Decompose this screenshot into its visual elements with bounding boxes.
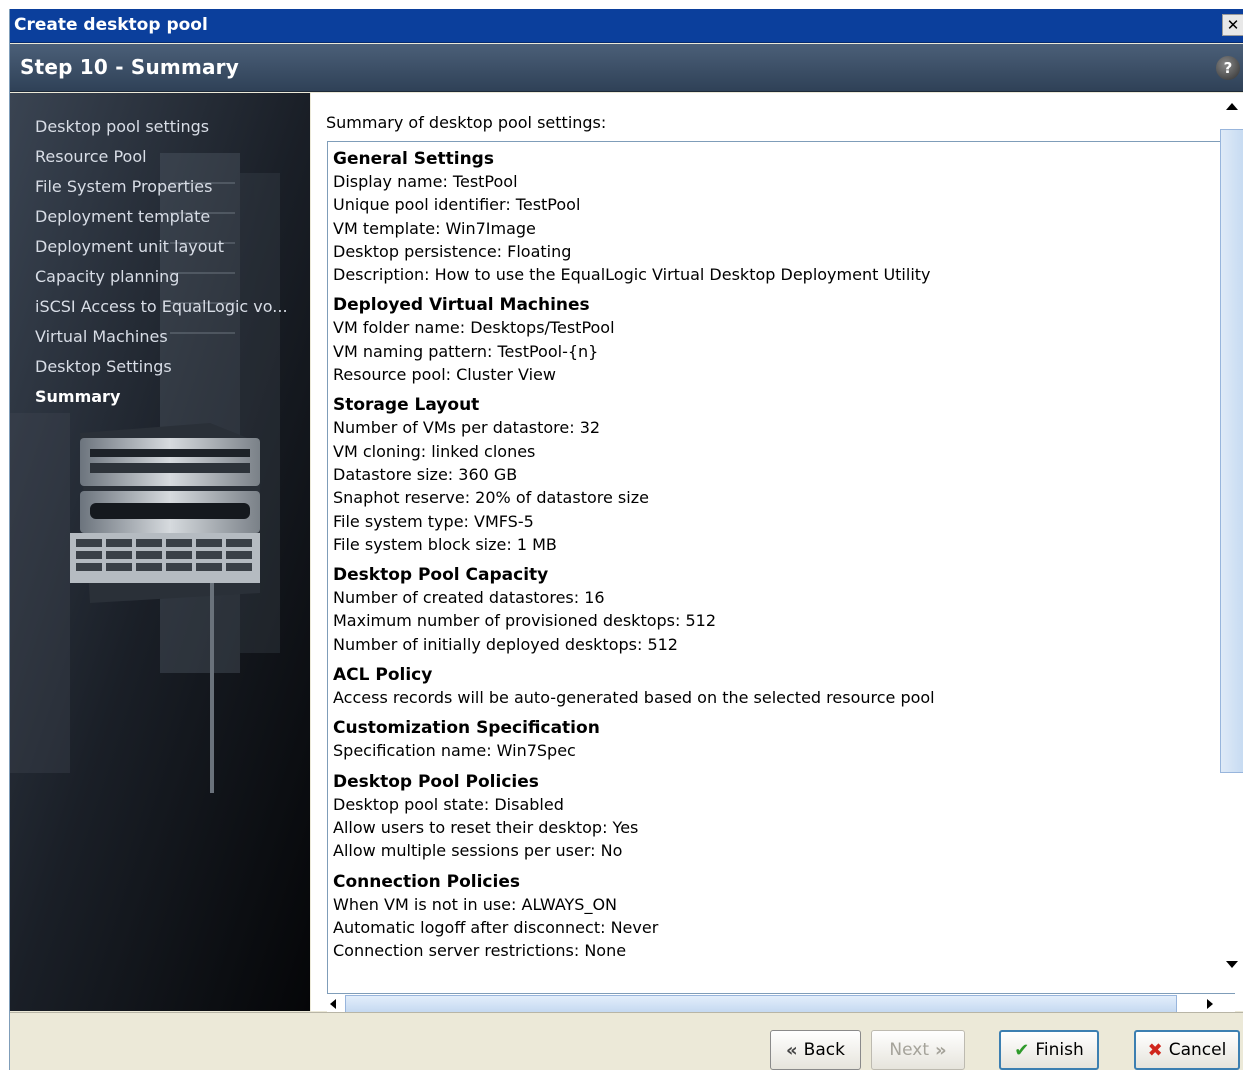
step-item-deployment-template[interactable]: Deployment template	[35, 205, 288, 235]
summary-intro-label: Summary of desktop pool settings:	[326, 113, 607, 132]
finish-button-label: Finish	[1035, 1040, 1084, 1060]
step-item-virtual-machines[interactable]: Virtual Machines	[35, 325, 288, 355]
green-check-icon: ✔	[1014, 1039, 1030, 1061]
summary-line: Desktop pool state: Disabled	[333, 794, 564, 814]
summary-line: Datastore size: 360 GB	[333, 464, 518, 484]
summary-line: Number of created datastores: 16	[333, 588, 605, 608]
horizontal-scroll-thumb[interactable]	[345, 995, 1177, 1013]
step-item-summary[interactable]: Summary	[35, 385, 288, 415]
step-title: Step 10 - Summary	[20, 55, 239, 79]
scroll-right-arrow-icon[interactable]	[1207, 999, 1213, 1009]
summary-section: General Settings Display name: TestPool …	[333, 148, 1220, 286]
scroll-up-arrow-icon[interactable]	[1226, 103, 1238, 110]
step-item-iscsi-access[interactable]: iSCSI Access to EqualLogic vo...	[35, 295, 288, 325]
summary-line: Number of VMs per datastore: 32	[333, 418, 601, 438]
summary-line: Number of initially deployed desktops: 5…	[333, 634, 678, 654]
summary-line: Desktop persistence: Floating	[333, 241, 572, 261]
next-button[interactable]: Next »	[871, 1030, 965, 1070]
summary-line: VM naming pattern: TestPool-{n}	[333, 341, 599, 361]
summary-section: Desktop Pool Capacity Number of created …	[333, 564, 1220, 656]
section-heading: Storage Layout	[333, 395, 480, 416]
summary-line: Access records will be auto-generated ba…	[333, 688, 935, 708]
section-heading: ACL Policy	[333, 665, 433, 686]
vertical-scrollbar[interactable]	[1220, 93, 1243, 1011]
cancel-button[interactable]: ✖ Cancel	[1134, 1030, 1240, 1070]
step-item-resource-pool[interactable]: Resource Pool	[35, 145, 288, 175]
section-heading: Desktop Pool Policies	[333, 771, 539, 792]
step-item-file-system-properties[interactable]: File System Properties	[35, 175, 288, 205]
back-button-label: Back	[803, 1040, 845, 1060]
create-desktop-pool-dialog: Create desktop pool ✕ Step 10 - Summary …	[9, 9, 1243, 1070]
wizard-steps-sidebar: Desktop pool settings Resource Pool File…	[10, 93, 310, 1011]
step-item-desktop-pool-settings[interactable]: Desktop pool settings	[35, 115, 288, 145]
summary-line: Resource pool: Cluster View	[333, 365, 556, 385]
summary-line: Connection server restrictions: None	[333, 941, 627, 961]
wizard-button-bar: « Back Next » ✔ Finish ✖ Cancel	[10, 1012, 1243, 1070]
horizontal-scrollbar[interactable]	[327, 993, 1235, 1013]
summary-section: ACL Policy Access records will be auto-g…	[333, 664, 1220, 709]
section-heading: Deployed Virtual Machines	[333, 295, 590, 316]
cancel-button-label: Cancel	[1168, 1040, 1227, 1060]
summary-line: Snaphot reserve: 20% of datastore size	[333, 488, 649, 508]
summary-line: File system block size: 1 MB	[333, 534, 557, 554]
red-x-icon: ✖	[1147, 1039, 1163, 1061]
summary-section: Desktop Pool Policies Desktop pool state…	[333, 771, 1220, 863]
vertical-scroll-thumb[interactable]	[1220, 129, 1243, 773]
scroll-left-arrow-icon[interactable]	[330, 999, 336, 1009]
window-title-bar: Create desktop pool ✕	[10, 9, 1243, 43]
summary-line: When VM is not in use: ALWAYS_ON	[333, 894, 618, 914]
double-chevron-left-icon: «	[786, 1039, 798, 1061]
summary-line: Unique pool identifier: TestPool	[333, 195, 581, 215]
next-button-label: Next	[889, 1040, 929, 1060]
summary-line: Description: How to use the EqualLogic V…	[333, 265, 931, 285]
summary-line: VM cloning: linked clones	[333, 441, 536, 461]
step-item-deployment-unit-layout[interactable]: Deployment unit layout	[35, 235, 288, 265]
summary-line: VM folder name: Desktops/TestPool	[333, 318, 615, 338]
summary-line: Allow multiple sessions per user: No	[333, 841, 623, 861]
back-button[interactable]: « Back	[770, 1030, 861, 1070]
summary-line: Automatic logoff after disconnect: Never	[333, 917, 659, 937]
summary-panel: Summary of desktop pool settings: Genera…	[311, 93, 1243, 1013]
summary-section: Customization Specification Specificatio…	[333, 717, 1220, 762]
step-item-desktop-settings[interactable]: Desktop Settings	[35, 355, 288, 385]
summary-line: File system type: VMFS-5	[333, 511, 534, 531]
scroll-down-arrow-icon[interactable]	[1226, 961, 1238, 968]
section-heading: General Settings	[333, 149, 494, 169]
window-title: Create desktop pool	[14, 15, 208, 35]
summary-line: VM template: Win7Image	[333, 218, 536, 238]
summary-section: Connection Policies When VM is not in us…	[333, 871, 1220, 963]
summary-text-area[interactable]: General Settings Display name: TestPool …	[327, 141, 1220, 997]
section-heading: Customization Specification	[333, 718, 600, 739]
help-icon[interactable]: ?	[1216, 56, 1240, 80]
summary-section: Storage Layout Number of VMs per datasto…	[333, 394, 1220, 556]
summary-line: Display name: TestPool	[333, 172, 518, 191]
double-chevron-right-icon: »	[934, 1039, 947, 1061]
summary-line: Specification name: Win7Spec	[333, 741, 576, 761]
step-item-capacity-planning[interactable]: Capacity planning	[35, 265, 288, 295]
close-icon[interactable]: ✕	[1222, 14, 1243, 36]
wizard-step-list: Desktop pool settings Resource Pool File…	[35, 115, 288, 415]
section-heading: Connection Policies	[333, 871, 520, 892]
summary-line: Allow users to reset their desktop: Yes	[333, 817, 639, 837]
summary-line: Maximum number of provisioned desktops: …	[333, 611, 717, 631]
summary-section: Deployed Virtual Machines VM folder name…	[333, 294, 1220, 386]
finish-button[interactable]: ✔ Finish	[999, 1030, 1099, 1070]
step-header: Step 10 - Summary ?	[10, 44, 1243, 92]
section-heading: Desktop Pool Capacity	[333, 565, 549, 586]
